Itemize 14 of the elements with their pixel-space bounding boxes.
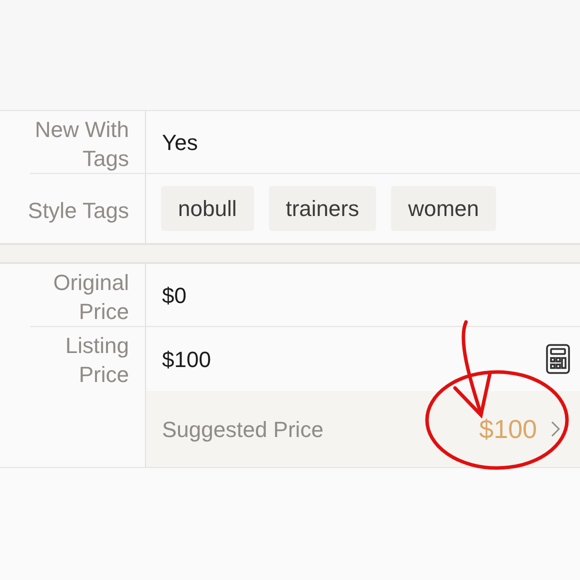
field-label: Style Tags: [26, 197, 129, 225]
suggested-price-value: $100: [479, 412, 537, 446]
style-tag[interactable]: trainers: [268, 186, 376, 231]
suggested-price-label: Suggested Price: [162, 416, 324, 444]
field-label: New With Tags: [34, 116, 129, 173]
style-tag[interactable]: women: [391, 186, 496, 231]
field-value: $0: [162, 282, 186, 310]
chevron-right-icon: [551, 421, 560, 437]
field-label: Original Price: [52, 269, 129, 326]
calculator-icon[interactable]: [546, 344, 570, 374]
style-tag[interactable]: nobull: [161, 186, 254, 231]
field-label: Listing Price: [64, 332, 129, 389]
field-value: Yes: [162, 128, 198, 156]
price-value: $100: [162, 346, 211, 374]
